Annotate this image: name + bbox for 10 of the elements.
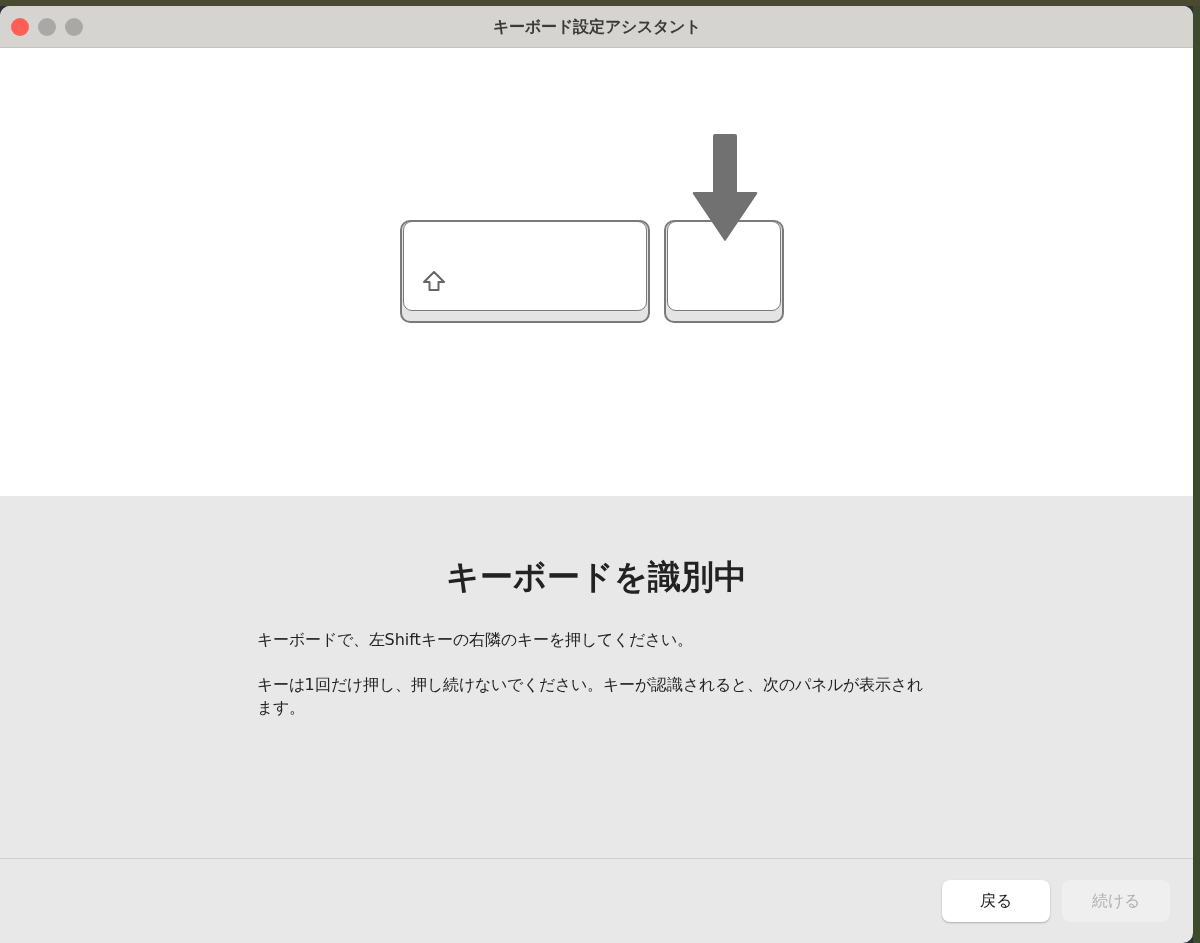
window-control[interactable] bbox=[38, 18, 56, 36]
window-title: キーボード設定アシスタント bbox=[492, 15, 701, 38]
instruction-text: キーボードで、左Shiftキーの右隣のキーを押してください。 bbox=[256, 628, 694, 651]
heading: キーボードを識別中 bbox=[446, 556, 747, 598]
down-arrow-icon bbox=[691, 134, 758, 242]
shift-arrow-icon bbox=[421, 270, 446, 292]
window-control[interactable] bbox=[65, 18, 83, 36]
instruction-text: キーは1回だけ押し、押し続けないでください。キーが認識されると、次のパネルが表示されます。 bbox=[256, 673, 924, 719]
window-control[interactable] bbox=[11, 18, 29, 36]
back-button[interactable]: 戻る bbox=[942, 880, 1050, 922]
